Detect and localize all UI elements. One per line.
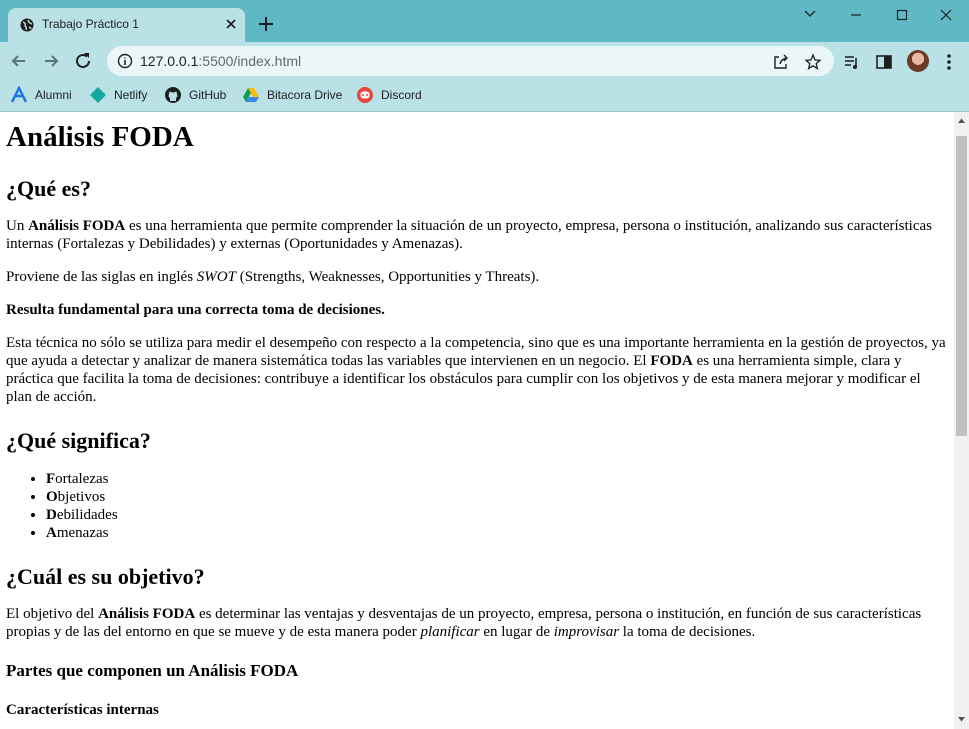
bold-text: FODA (650, 353, 693, 369)
page-content: Análisis FODA ¿Qué es? Un Análisis FODA … (6, 112, 946, 719)
media-controls-icon[interactable] (842, 52, 862, 72)
section-heading-objetivo: ¿Cuál es su objetivo? (6, 564, 205, 589)
text: El objetivo del (6, 606, 99, 622)
alumni-icon (10, 86, 28, 103)
italic-text: planificar (420, 624, 480, 640)
vertical-scrollbar[interactable] (954, 112, 969, 729)
italic-text: improvisar (553, 624, 620, 640)
text: la toma de decisiones. (619, 624, 756, 640)
paragraph-technique: Esta técnica no sólo se utiliza para med… (6, 334, 946, 406)
scroll-up-icon[interactable] (957, 116, 966, 125)
text: menazas (56, 525, 109, 541)
url-path: :5500/index.html (198, 53, 302, 69)
bold-text: Análisis FODA (28, 218, 126, 234)
discord-icon (357, 87, 373, 103)
bold-text: Análisis FODA (98, 606, 196, 622)
section-heading-que-significa: ¿Qué significa? (6, 428, 151, 453)
bookmark-bitacora-drive[interactable]: Bitacora Drive (242, 86, 342, 104)
text: bjetivos (57, 489, 106, 505)
text: (Strengths, Weaknesses, Opportunities y … (235, 269, 540, 285)
bookmark-label: GitHub (189, 88, 227, 102)
browser-tab[interactable]: Trabajo Práctico 1 (8, 8, 245, 42)
toolbar: 127.0.0.1:5500/index.html (0, 42, 969, 80)
page-title: Análisis FODA (6, 121, 194, 153)
initial: O (46, 489, 58, 505)
initial: A (46, 525, 57, 541)
share-icon[interactable] (772, 53, 790, 71)
section-heading-partes: Partes que componen un Análisis FODA (6, 661, 299, 680)
url-text: 127.0.0.1:5500/index.html (140, 53, 301, 69)
title-bar: Trabajo Práctico 1 (0, 0, 969, 42)
bookmark-label: Alumni (35, 88, 72, 102)
list-item: Debilidades (46, 506, 946, 524)
maximize-icon[interactable] (879, 0, 925, 30)
text: ebilidades (56, 507, 118, 523)
text: es una herramienta que permite comprende… (6, 218, 932, 252)
close-window-icon[interactable] (923, 0, 969, 30)
italic-text: SWOT (196, 269, 236, 285)
globe-icon (20, 18, 34, 32)
google-drive-icon (243, 88, 259, 102)
scrollbar-thumb[interactable] (956, 136, 967, 436)
bookmark-discord[interactable]: Discord (356, 86, 422, 104)
bookmarks-bar: Alumni Netlify GitHub Bitacora Drive Dis… (0, 80, 969, 112)
initial: F (46, 471, 56, 487)
foda-list: Fortalezas Objetivos Debilidades Amenaza… (6, 470, 946, 542)
section-heading-caracteristicas-internas: Características internas (6, 702, 159, 718)
tab-title: Trabajo Práctico 1 (42, 17, 139, 31)
scroll-down-icon[interactable] (957, 715, 966, 724)
side-panel-icon[interactable] (874, 52, 894, 72)
bookmark-github[interactable]: GitHub (164, 86, 226, 104)
text: ortalezas (55, 471, 109, 487)
forward-icon[interactable] (40, 50, 62, 72)
url-host: 127.0.0.1 (140, 53, 199, 69)
minimize-icon[interactable] (833, 0, 879, 30)
more-menu-icon[interactable] (939, 52, 959, 72)
new-tab-icon[interactable] (256, 14, 276, 34)
text: en lugar de (479, 624, 554, 640)
paragraph-definition: Un Análisis FODA es una herramienta que … (6, 217, 946, 253)
bookmark-label: Discord (381, 88, 422, 102)
bookmark-label: Netlify (114, 88, 148, 102)
page-viewport: Análisis FODA ¿Qué es? Un Análisis FODA … (0, 112, 954, 729)
site-info-icon[interactable] (117, 53, 133, 69)
address-bar[interactable]: 127.0.0.1:5500/index.html (107, 46, 834, 76)
bookmark-alumni[interactable]: Alumni (10, 86, 72, 104)
list-item: Fortalezas (46, 470, 946, 488)
section-heading-que-es: ¿Qué es? (6, 176, 91, 201)
close-tab-icon[interactable] (222, 15, 240, 33)
profile-avatar[interactable] (907, 50, 929, 72)
text: Proviene de las siglas en inglés (6, 269, 197, 285)
bold-text: Resulta fundamental para una correcta to… (6, 302, 385, 318)
bookmark-label: Bitacora Drive (267, 88, 343, 102)
bookmark-star-icon[interactable] (804, 53, 822, 71)
list-item: Objetivos (46, 488, 946, 506)
tab-search-icon[interactable] (787, 0, 833, 30)
paragraph-swot: Proviene de las siglas en inglés SWOT (S… (6, 268, 946, 286)
github-icon (165, 87, 181, 103)
paragraph-objective: El objetivo del Análisis FODA es determi… (6, 605, 946, 641)
netlify-icon (90, 87, 106, 103)
text: Un (6, 218, 29, 234)
paragraph-fundamental: Resulta fundamental para una correcta to… (6, 301, 946, 319)
reload-icon[interactable] (72, 50, 94, 72)
bookmark-netlify[interactable]: Netlify (89, 86, 147, 104)
back-icon[interactable] (8, 50, 30, 72)
initial: D (46, 507, 57, 523)
list-item: Amenazas (46, 524, 946, 542)
